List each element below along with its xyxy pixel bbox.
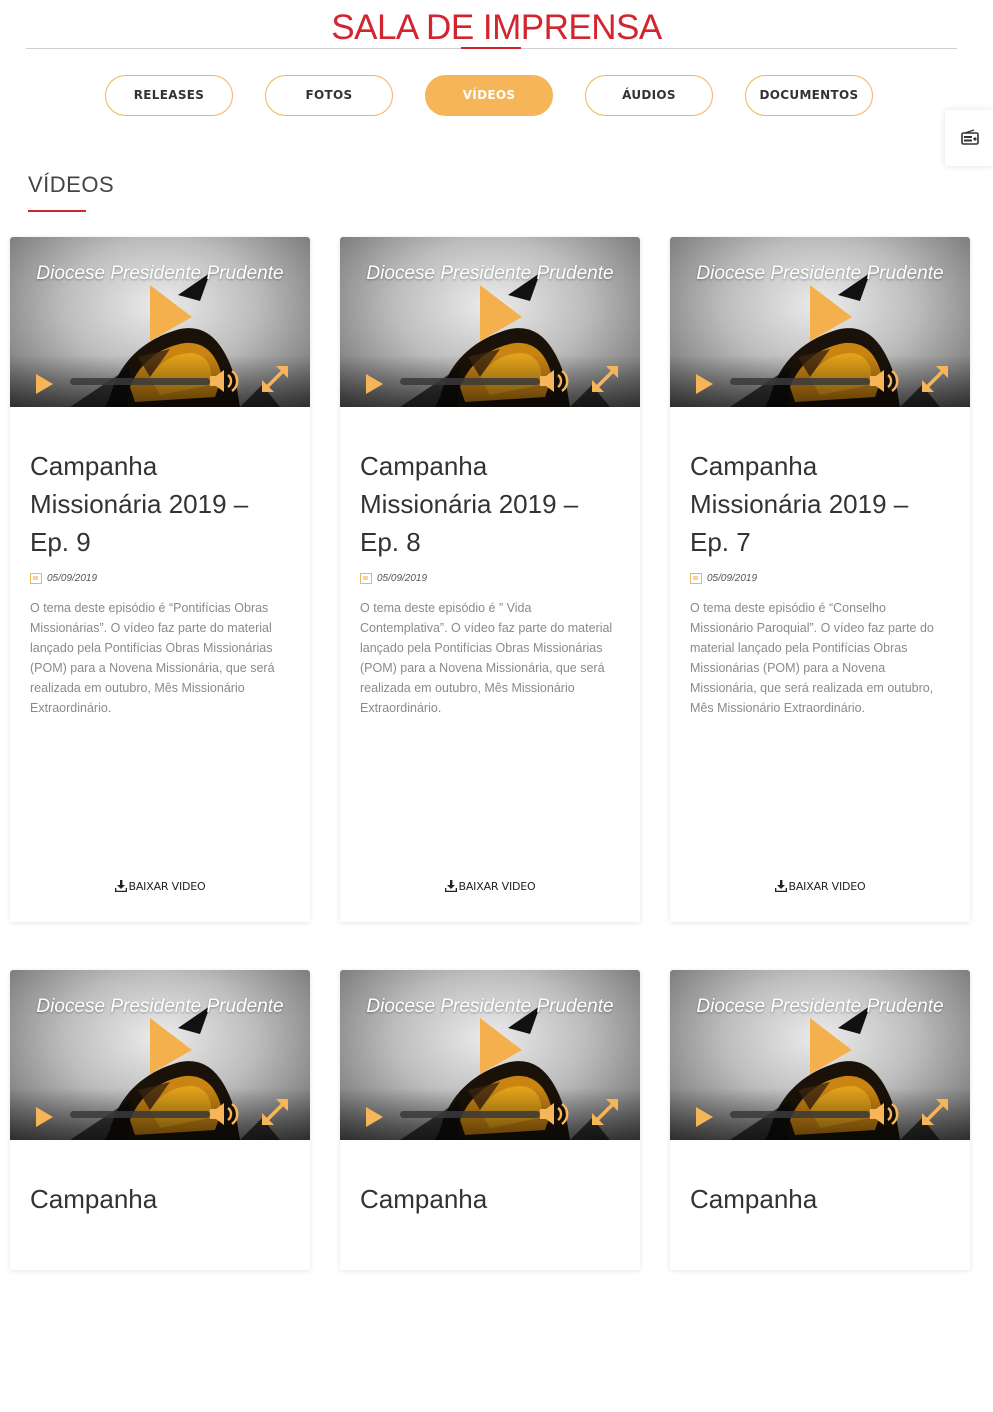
- card-description: [690, 1232, 950, 1412]
- volume-icon[interactable]: [868, 1101, 902, 1127]
- video-player[interactable]: Diocese Presidente Prudente: [10, 970, 310, 1140]
- fullscreen-icon[interactable]: [590, 1097, 620, 1127]
- tab-fotos[interactable]: FOTOS: [265, 75, 393, 116]
- page-title: SALA DE IMPRENSA: [331, 8, 662, 47]
- video-card: Diocese Presidente Prudente Campanha Mis…: [340, 237, 640, 922]
- fullscreen-icon[interactable]: [920, 364, 950, 394]
- fullscreen-icon[interactable]: [920, 1097, 950, 1127]
- card-date: 05/09/2019: [690, 573, 950, 584]
- video-brand-text: Diocese Presidente Prudente: [36, 996, 284, 1017]
- card-description: [30, 1232, 290, 1412]
- card-description: O tema deste episódio é ” Vida Contempla…: [360, 601, 613, 715]
- section-accent-line: [28, 210, 86, 212]
- video-player[interactable]: Diocese Presidente Prudente: [340, 970, 640, 1140]
- card-title[interactable]: Campanha: [30, 1180, 290, 1218]
- video-brand-text: Diocese Presidente Prudente: [366, 263, 614, 284]
- video-player[interactable]: Diocese Presidente Prudente: [670, 970, 970, 1140]
- video-card: Diocese Presidente Prudente Campanha: [10, 970, 310, 1270]
- video-progress-bar[interactable]: [730, 378, 870, 385]
- card-body: Campanha Missionária 2019 – Ep. 7 05/09/…: [670, 407, 970, 778]
- fullscreen-icon[interactable]: [590, 364, 620, 394]
- video-progress-bar[interactable]: [400, 1111, 540, 1118]
- card-body: Campanha Missionária 2019 – Ep. 9 05/09/…: [10, 407, 310, 778]
- volume-icon[interactable]: [868, 368, 902, 394]
- card-title[interactable]: Campanha: [690, 1180, 950, 1218]
- volume-icon[interactable]: [538, 1101, 572, 1127]
- card-title[interactable]: Campanha: [360, 1180, 620, 1218]
- video-progress-bar[interactable]: [70, 1111, 210, 1118]
- video-card: Diocese Presidente Prudente Campanha: [340, 970, 640, 1270]
- play-icon[interactable]: [694, 373, 714, 395]
- tab-videos[interactable]: VÍDEOS: [425, 75, 553, 116]
- radio-widget-button[interactable]: [945, 110, 993, 166]
- video-player[interactable]: Diocese Presidente Prudente: [670, 237, 970, 407]
- title-accent-line: [461, 47, 521, 49]
- download-label: BAIXAR VIDEO: [128, 880, 206, 893]
- video-brand-text: Diocese Presidente Prudente: [366, 996, 614, 1017]
- play-icon[interactable]: [34, 1106, 54, 1128]
- play-icon[interactable]: [364, 373, 384, 395]
- section-title: VÍDEOS: [28, 172, 115, 197]
- video-progress-bar[interactable]: [70, 378, 210, 385]
- video-brand-text: Diocese Presidente Prudente: [36, 263, 284, 284]
- card-date-text: 05/09/2019: [377, 573, 428, 584]
- play-icon[interactable]: [694, 1106, 714, 1128]
- card-body: Campanha Missionária 2019 – Ep. 8 05/09/…: [340, 407, 640, 778]
- volume-icon[interactable]: [208, 1101, 242, 1127]
- download-video-button[interactable]: BAIXAR VIDEO: [10, 880, 310, 893]
- calendar-icon: [30, 573, 42, 584]
- video-card: Diocese Presidente Prudente Campanha: [670, 970, 970, 1270]
- calendar-icon: [690, 573, 702, 584]
- video-brand-text: Diocese Presidente Prudente: [696, 996, 944, 1017]
- video-card: Diocese Presidente Prudente Campanha Mis…: [10, 237, 310, 922]
- volume-icon[interactable]: [208, 368, 242, 394]
- volume-icon[interactable]: [538, 368, 572, 394]
- video-card: Diocese Presidente Prudente Campanha Mis…: [670, 237, 970, 922]
- video-player[interactable]: Diocese Presidente Prudente: [340, 237, 640, 407]
- download-label: BAIXAR VIDEO: [458, 880, 536, 893]
- fullscreen-icon[interactable]: [260, 1097, 290, 1127]
- card-title[interactable]: Campanha Missionária 2019 – Ep. 9: [30, 447, 290, 561]
- play-icon[interactable]: [34, 373, 54, 395]
- tab-documentos[interactable]: DOCUMENTOS: [745, 75, 873, 116]
- calendar-icon: [360, 573, 372, 584]
- download-icon: [114, 880, 127, 892]
- radio-icon: [961, 129, 979, 145]
- card-title[interactable]: Campanha Missionária 2019 – Ep. 8: [360, 447, 620, 561]
- video-player[interactable]: Diocese Presidente Prudente: [10, 237, 310, 407]
- card-date: 05/09/2019: [30, 573, 290, 584]
- card-description: O tema deste episódio é “Conselho Missio…: [690, 601, 934, 715]
- download-icon: [444, 880, 457, 892]
- card-body: Campanha: [340, 1140, 640, 1412]
- card-body: Campanha: [670, 1140, 970, 1412]
- video-brand-text: Diocese Presidente Prudente: [696, 263, 944, 284]
- download-icon: [774, 880, 787, 892]
- download-video-button[interactable]: BAIXAR VIDEO: [340, 880, 640, 893]
- video-progress-bar[interactable]: [400, 378, 540, 385]
- tab-audios[interactable]: ÁUDIOS: [585, 75, 713, 116]
- card-description: O tema deste episódio é “Pontifícias Obr…: [30, 601, 275, 715]
- play-icon[interactable]: [364, 1106, 384, 1128]
- card-description: [360, 1232, 620, 1412]
- media-tabs: RELEASES FOTOS VÍDEOS ÁUDIOS DOCUMENTOS: [0, 75, 993, 120]
- card-body: Campanha: [10, 1140, 310, 1412]
- card-date-text: 05/09/2019: [707, 573, 758, 584]
- card-date-text: 05/09/2019: [47, 573, 98, 584]
- video-progress-bar[interactable]: [730, 1111, 870, 1118]
- tab-releases[interactable]: RELEASES: [105, 75, 233, 116]
- download-video-button[interactable]: BAIXAR VIDEO: [670, 880, 970, 893]
- download-label: BAIXAR VIDEO: [788, 880, 866, 893]
- fullscreen-icon[interactable]: [260, 364, 290, 394]
- card-title[interactable]: Campanha Missionária 2019 – Ep. 7: [690, 447, 950, 561]
- card-date: 05/09/2019: [360, 573, 620, 584]
